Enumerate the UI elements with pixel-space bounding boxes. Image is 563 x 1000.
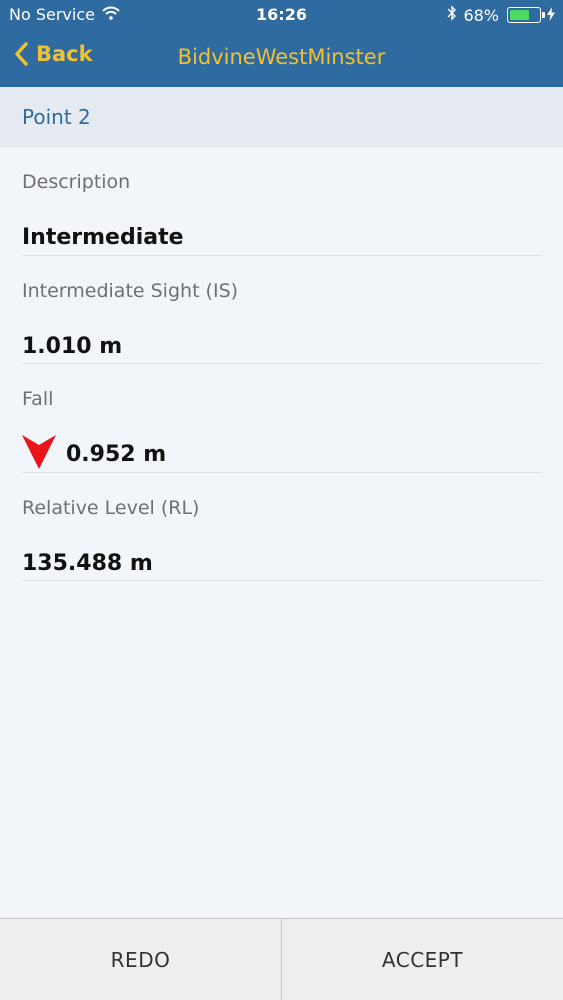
bluetooth-icon — [447, 5, 457, 25]
accept-button[interactable]: ACCEPT — [281, 919, 563, 1000]
relative-level-label: Relative Level (RL) — [22, 497, 200, 519]
section-header: Point 2 — [0, 87, 563, 147]
fall-value[interactable]: 0.952 m — [66, 442, 166, 467]
redo-button[interactable]: REDO — [0, 919, 281, 1000]
battery-tip — [542, 12, 545, 18]
battery-fill — [509, 9, 529, 20]
description-divider — [22, 255, 542, 256]
nav-bar: Back BidvineWestMinster — [0, 30, 563, 87]
description-label: Description — [22, 171, 131, 193]
description-value[interactable]: Intermediate — [22, 225, 184, 250]
intermediate-sight-label: Intermediate Sight (IS) — [22, 280, 239, 302]
intermediate-sight-value[interactable]: 1.010 m — [22, 334, 122, 359]
down-arrow-icon — [22, 435, 56, 469]
bottom-toolbar: REDO ACCEPT — [0, 918, 563, 1000]
status-bar: No Service 16:26 68% — [0, 0, 563, 30]
relative-level-value[interactable]: 135.488 m — [22, 551, 153, 576]
intermediate-sight-divider — [22, 363, 542, 364]
fall-label: Fall — [22, 388, 54, 410]
app-screen: No Service 16:26 68% Back BidvineWestMin… — [0, 0, 563, 1000]
header: No Service 16:26 68% Back BidvineWestMin… — [0, 0, 563, 87]
status-right: 68% — [447, 5, 555, 25]
charging-bolt-icon — [547, 6, 555, 25]
fall-divider — [22, 472, 542, 473]
battery-percent: 68% — [463, 5, 499, 25]
battery-icon — [507, 7, 545, 23]
relative-level-divider — [22, 580, 542, 581]
section-title: Point 2 — [22, 105, 91, 129]
nav-title: BidvineWestMinster — [177, 45, 386, 69]
